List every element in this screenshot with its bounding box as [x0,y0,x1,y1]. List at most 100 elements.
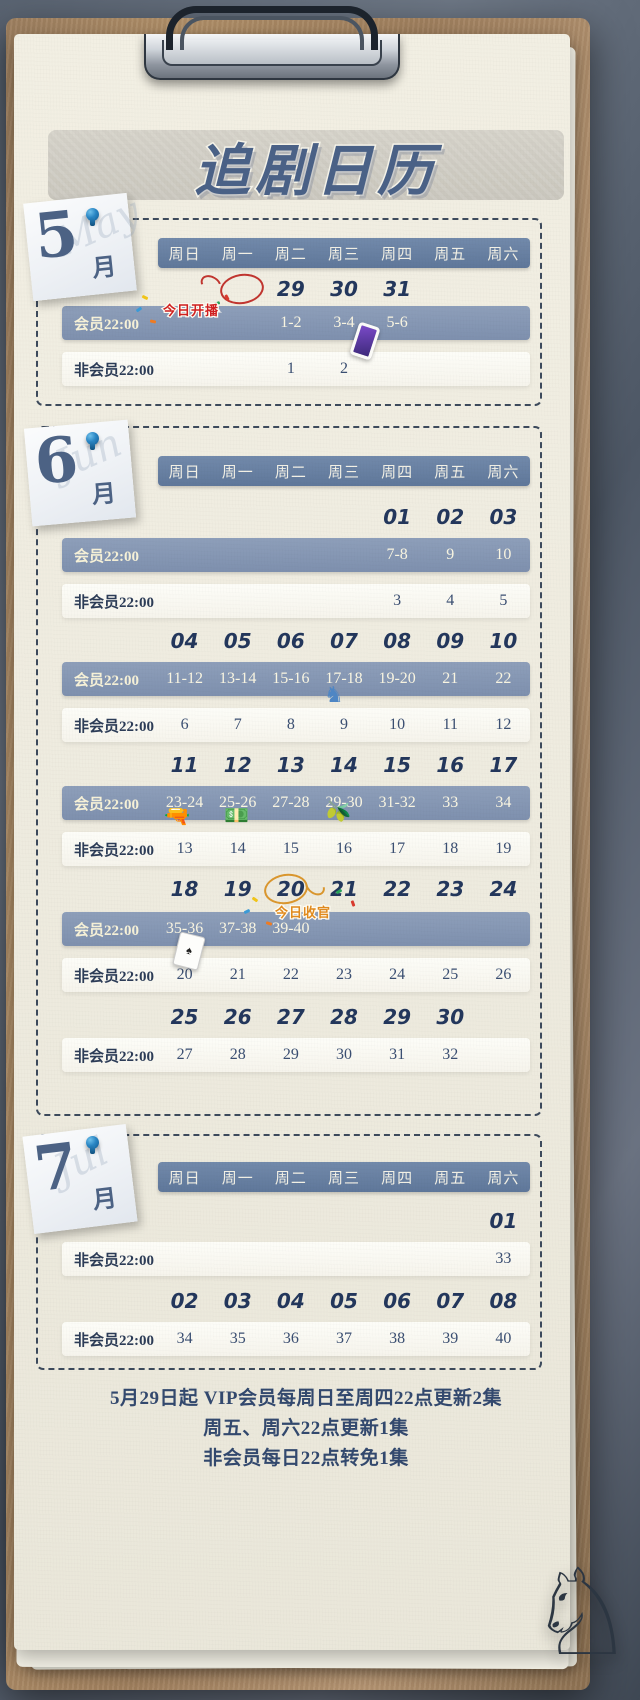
weekday-header-june: 周日 周一 周二 周三 周四 周五 周六 [158,456,530,486]
free-row: 非会员22:00 3 4 5 [62,584,530,618]
date-cell[interactable]: 18 [158,877,211,901]
free-episode-cell: 2 [339,360,348,377]
date-cell[interactable]: 12 [211,753,264,777]
date-cell[interactable]: 19 [211,877,264,901]
footer-note-line-2: 周五、周六22点更新1集 [203,1418,409,1439]
weekday-sat: 周六 [487,1170,520,1187]
date-cell[interactable]: 04 [158,629,211,653]
month-note-july: Jul 7 月 [22,1124,138,1234]
date-cell[interactable]: 03 [477,505,530,529]
month-unit-june: 月 [90,480,118,509]
free-episode-cell: 21 [229,966,246,983]
pushpin-icon-july [86,1136,99,1154]
date-cell[interactable]: 23 [424,877,477,901]
free-episode-cell: 6 [180,716,189,733]
date-cell[interactable]: 30 [317,277,370,301]
date-cell[interactable]: 01 [371,505,424,529]
free-episode-cell: 7 [233,716,242,733]
date-cell[interactable]: 07 [317,629,370,653]
vip-episode-cell: 37-38 [219,920,257,937]
date-cell-today-premiere[interactable]: 29 [264,277,317,301]
date-cell[interactable]: 08 [477,1289,530,1313]
vip-episode-cell: 22 [495,670,512,687]
date-row: 02 03 04 05 06 07 08 [62,1284,530,1318]
date-cell[interactable]: 28 [317,1005,370,1029]
date-cell[interactable]: 22 [371,877,424,901]
date-cell[interactable]: 24 [477,877,530,901]
free-row: 非会员22:00 34 35 36 37 38 39 40 [62,1322,530,1356]
free-episode-cell: 33 [495,1250,512,1267]
date-row: 04 05 06 07 08 09 10 [62,624,530,658]
date-cell[interactable]: 27 [264,1005,317,1029]
free-episode-cell: 39 [442,1330,459,1347]
date-cell[interactable]: 08 [371,629,424,653]
date-cell[interactable]: 26 [211,1005,264,1029]
free-episode-cell: 1 [286,360,295,377]
date-cell[interactable]: 06 [264,629,317,653]
free-episode-cell: 4 [446,592,455,609]
date-cell[interactable]: 29 [371,1005,424,1029]
date-cell[interactable]: 04 [264,1289,317,1313]
free-episode-cell: 26 [495,966,512,983]
free-episode-cell: 5 [499,592,508,609]
date-cell[interactable]: 02 [158,1289,211,1313]
vip-episode-cell: 15-16 [272,670,310,687]
month-number-june: 6 [31,422,82,499]
date-cell[interactable]: 16 [424,753,477,777]
date-cell[interactable]: 15 [371,753,424,777]
date-cell[interactable]: 05 [211,629,264,653]
weekday-mon: 周一 [221,464,254,481]
free-episode-cell: 14 [229,840,246,857]
vip-episode-cell: 34 [495,794,512,811]
date-cell[interactable]: 01 [477,1209,530,1233]
free-episode-cell: 31 [389,1046,406,1063]
date-cell[interactable]: 10 [477,629,530,653]
vip-episode-cell: 27-28 [272,794,310,811]
date-cell[interactable]: 07 [424,1289,477,1313]
date-cell[interactable]: 21 [317,877,370,901]
date-cell[interactable]: 14 [317,753,370,777]
free-episode-cell: 13 [176,840,193,857]
month-number-may: 5 [30,196,82,274]
free-row-label: 非会员22:00 [74,1048,154,1065]
free-row-label: 非会员22:00 [74,362,154,379]
free-episode-cell: 18 [442,840,459,857]
vip-episode-cell: 21 [442,670,459,687]
vip-row: 会员22:00 11-12 13-14 15-16 17-18 19-20 21… [62,662,530,696]
date-cell[interactable]: 30 [424,1005,477,1029]
date-cell[interactable]: 05 [317,1289,370,1313]
month-note-may: May 5 月 [23,188,147,302]
free-episode-cell: 38 [389,1330,406,1347]
free-episode-cell: 19 [495,840,512,857]
date-cell[interactable]: 06 [371,1289,424,1313]
weekday-tue: 周二 [274,464,307,481]
date-cell[interactable]: 11 [158,753,211,777]
calendar-poster: 追剧日历 May 5 月 周日 周一 周二 周三 周四 周五 周六 29 30 … [14,34,570,1650]
date-row: 11 12 13 14 15 16 17 [62,748,530,782]
badge-finale: 今日收官 [274,905,332,923]
date-cell[interactable]: 13 [264,753,317,777]
date-cell[interactable]: 17 [477,753,530,777]
vip-row-label: 会员22:00 [74,316,139,333]
vip-episode-cell: 33 [442,794,459,811]
vip-row-label: 会员22:00 [74,672,139,689]
teapot-sticker-icon: 🫒 [326,801,351,823]
weekday-mon: 周一 [221,1170,254,1187]
free-episode-cell: 15 [282,840,299,857]
free-row: 非会员22:00 1 2 [62,352,530,386]
date-cell[interactable]: 02 [424,505,477,529]
weekday-wed: 周三 [327,1170,360,1187]
date-cell[interactable]: 03 [211,1289,264,1313]
date-cell[interactable]: 25 [158,1005,211,1029]
free-episode-cell: 37 [335,1330,352,1347]
date-cell[interactable]: 31 [371,277,424,301]
page-title: 追剧日历 [193,138,438,206]
free-episode-cell: 29 [282,1046,299,1063]
chess-piece-knight-icon: ♘ [528,1547,636,1680]
date-cell[interactable]: 09 [424,629,477,653]
free-row-label: 非会员22:00 [74,1332,154,1349]
weekday-wed: 周三 [327,246,360,263]
free-episode-cell: 17 [389,840,406,857]
weekday-wed: 周三 [327,464,360,481]
vip-row-label: 会员22:00 [74,548,139,565]
